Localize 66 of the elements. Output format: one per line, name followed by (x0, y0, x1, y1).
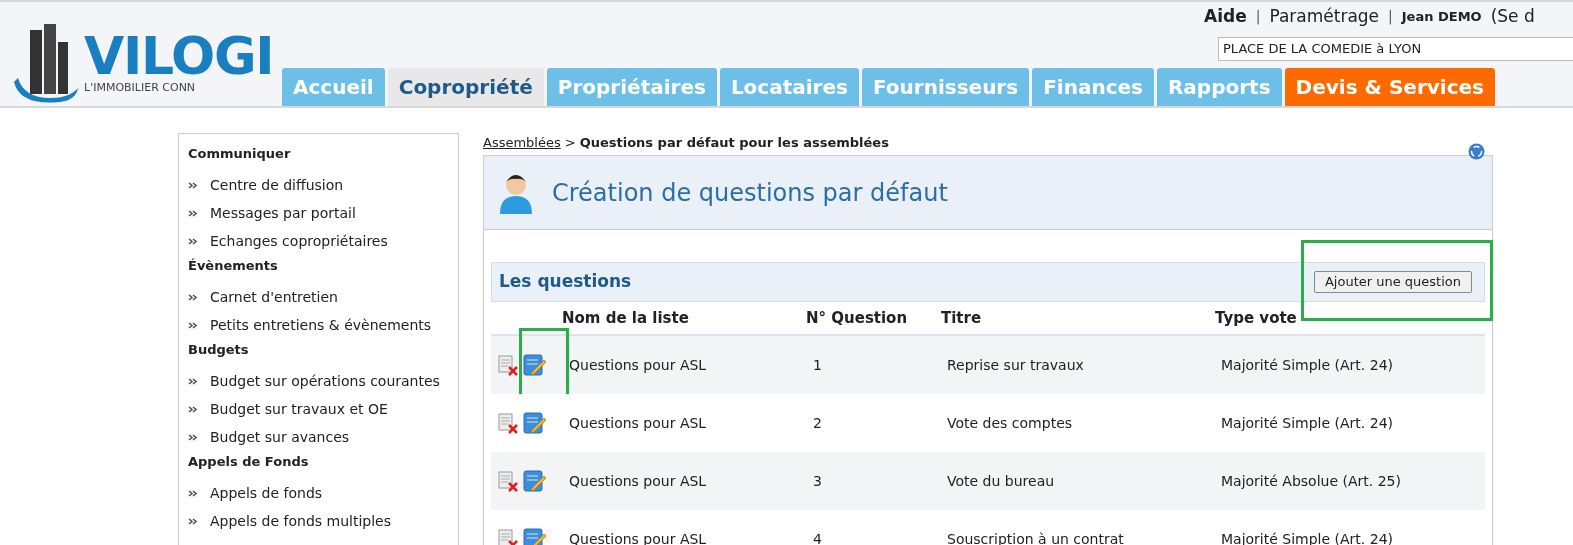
table-cell-text: 3 (813, 471, 823, 491)
table-cell-text: Majorité Absolue (Art. 25) (1221, 471, 1401, 491)
add-question-button[interactable]: Ajouter une question (1313, 271, 1472, 293)
table-cell-text: 4 (813, 529, 823, 545)
edit-pencil-icon[interactable] (523, 354, 547, 376)
header-link[interactable]: Paramétrage (1269, 4, 1380, 30)
sidebar-link[interactable]: Echanges copropriétaires (210, 231, 388, 252)
building-field[interactable]: PLACE DE LA COMEDIE à LYON (1218, 36, 1573, 61)
chevrons-icon (188, 406, 197, 413)
table-cell-text: 2 (813, 413, 823, 433)
sidebar-heading: Communiquer (188, 145, 292, 163)
chevrons-icon (188, 518, 197, 525)
chevrons-icon (188, 294, 197, 301)
edit-pencil-icon[interactable] (523, 528, 547, 545)
delete-document-icon[interactable] (497, 528, 519, 545)
user-name-link[interactable]: Jean DEMO (1401, 7, 1482, 27)
chevrons-icon (188, 210, 197, 217)
edit-pencil-icon[interactable] (523, 470, 547, 492)
column-header: Nom de la liste (562, 307, 690, 329)
sidebar-heading: Budgets (188, 341, 250, 359)
delete-document-icon[interactable] (497, 470, 519, 492)
chevrons-icon (188, 434, 197, 441)
link-separator: | (1388, 7, 1393, 27)
column-header: Type vote (1215, 307, 1297, 329)
column-header: Titre (941, 307, 983, 329)
chevrons-icon (188, 182, 197, 189)
header-link[interactable]: (Se d (1490, 4, 1535, 30)
sidebar-link[interactable]: Budget sur avances (210, 427, 350, 448)
delete-document-icon[interactable] (497, 354, 519, 376)
sidebar-link[interactable]: Budget sur travaux et OE (210, 399, 388, 420)
link-separator: | (1255, 7, 1261, 27)
help-icon[interactable] (1468, 143, 1485, 160)
table-cell-text: Majorité Simple (Art. 24) (1221, 355, 1394, 375)
sidebar-link[interactable]: Petits entretiens & évènements (210, 315, 432, 336)
chevrons-icon (188, 238, 197, 245)
sidebar-link[interactable]: Centre de diffusion (210, 175, 344, 196)
header-link[interactable]: Aide (1204, 4, 1247, 30)
table-cell-text: Vote des comptes (947, 413, 1074, 433)
table-cell-text: Questions pour ASL (569, 471, 708, 491)
chevrons-icon (188, 322, 197, 329)
sidebar-link[interactable]: Appels de fonds (210, 483, 323, 504)
table-cell-text: Questions pour ASL (569, 413, 708, 433)
sidebar-link[interactable]: Budget sur opérations courantes (210, 371, 440, 392)
table-cell-text: Questions pour ASL (569, 355, 708, 375)
panel-title: Les questions (499, 270, 632, 294)
table-cell-text: Reprise sur travaux (947, 355, 1085, 375)
page-title: Création de questions par défaut (552, 177, 948, 209)
column-header: N° Question (806, 307, 909, 329)
sidebar-link[interactable]: Messages par portail (210, 203, 356, 224)
breadcrumb-link[interactable]: Assemblées (483, 133, 561, 153)
sidebar-link[interactable]: Carnet d'entretien (210, 287, 338, 308)
table-cell-text: Vote du bureau (947, 471, 1056, 491)
breadcrumb-separator: > (564, 134, 576, 153)
table-cell-text: 1 (813, 355, 823, 375)
logo-wordmark: VILOGI (84, 32, 274, 80)
delete-document-icon[interactable] (497, 412, 519, 434)
nav-tab[interactable]: Copropriété (387, 68, 544, 106)
sidebar-heading: Évènements (188, 257, 279, 275)
table-cell-text: Majorité Simple (Art. 24) (1221, 413, 1394, 433)
edit-pencil-icon[interactable] (523, 412, 547, 434)
sidebar-heading: Appels de Fonds (188, 453, 310, 471)
sidebar-link[interactable]: Appels de fonds multiples (210, 511, 391, 532)
logo-tagline: L'IMMOBILIER CONN (84, 80, 197, 96)
breadcrumb-current: Questions par défaut pour les assemblées (579, 134, 889, 153)
chevrons-icon (188, 490, 197, 497)
chevrons-icon (188, 378, 197, 385)
